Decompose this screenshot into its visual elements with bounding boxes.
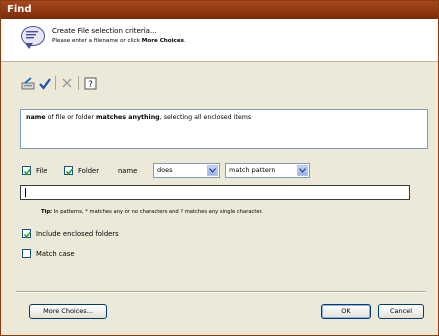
- header-subtitle-prefix: Please enter a filename or click: [52, 38, 142, 44]
- check-icon[interactable]: [37, 75, 53, 91]
- cancel-button[interactable]: Cancel: [378, 304, 424, 319]
- window-title: Find: [1, 1, 438, 19]
- criteria-description: name of file or folder matches anything,…: [20, 109, 428, 149]
- chevron-down-icon[interactable]: [297, 165, 308, 176]
- include-enclosed-checkbox[interactable]: [22, 229, 32, 238]
- pattern-input[interactable]: [20, 185, 410, 200]
- header-subtitle: Please enter a filename or click More Ch…: [52, 38, 186, 44]
- description-part3: matches anything: [95, 114, 160, 121]
- header-subtitle-suffix: .: [183, 38, 186, 44]
- file-checkbox[interactable]: [22, 166, 32, 175]
- help-icon[interactable]: ?: [82, 75, 98, 91]
- header-title: Create File selection criteria...: [52, 27, 157, 35]
- criteria-row: File Folder name does match pattern: [20, 163, 430, 179]
- divider: [16, 291, 426, 293]
- include-enclosed-label[interactable]: Include enclosed folders: [36, 230, 119, 238]
- criteria-toolbar: ?: [20, 73, 115, 93]
- ok-button[interactable]: OK: [321, 304, 371, 319]
- more-choices-button[interactable]: More Choices...: [29, 304, 107, 319]
- description-part2: of file or folder: [45, 114, 96, 121]
- operator-select[interactable]: does: [153, 163, 220, 178]
- chevron-down-icon[interactable]: [207, 165, 218, 176]
- header-panel: Create File selection criteria... Please…: [1, 19, 438, 62]
- folder-checkbox[interactable]: [64, 166, 74, 175]
- delete-icon[interactable]: [59, 75, 75, 91]
- match-case-checkbox[interactable]: [22, 249, 31, 258]
- toolbar-separator: [55, 76, 56, 90]
- insert-icon[interactable]: [20, 75, 36, 91]
- folder-label[interactable]: Folder: [78, 167, 99, 175]
- operator-value: does: [157, 166, 173, 174]
- description-part4: , selecting all enclosed items: [159, 114, 252, 121]
- text-caret: [25, 188, 26, 197]
- description-part1: name: [26, 114, 46, 121]
- tip-body: In patterns, * matches any or no charact…: [52, 209, 263, 215]
- match-type-value: match pattern: [229, 166, 276, 174]
- find-dialog: Find Create File selection criteria... P…: [0, 0, 439, 336]
- header-subtitle-bold: More Choices: [141, 38, 184, 44]
- tip-label: Tip:: [41, 209, 53, 215]
- file-label[interactable]: File: [36, 167, 47, 175]
- name-label: name: [118, 167, 138, 175]
- toolbar-separator: [78, 76, 79, 90]
- match-case-label[interactable]: Match case: [36, 250, 75, 258]
- tip-text: Tip: In patterns, * matches any or no ch…: [41, 209, 263, 215]
- svg-text:?: ?: [88, 80, 93, 90]
- speech-bubble-tail: [25, 43, 33, 49]
- match-type-select[interactable]: match pattern: [225, 163, 310, 178]
